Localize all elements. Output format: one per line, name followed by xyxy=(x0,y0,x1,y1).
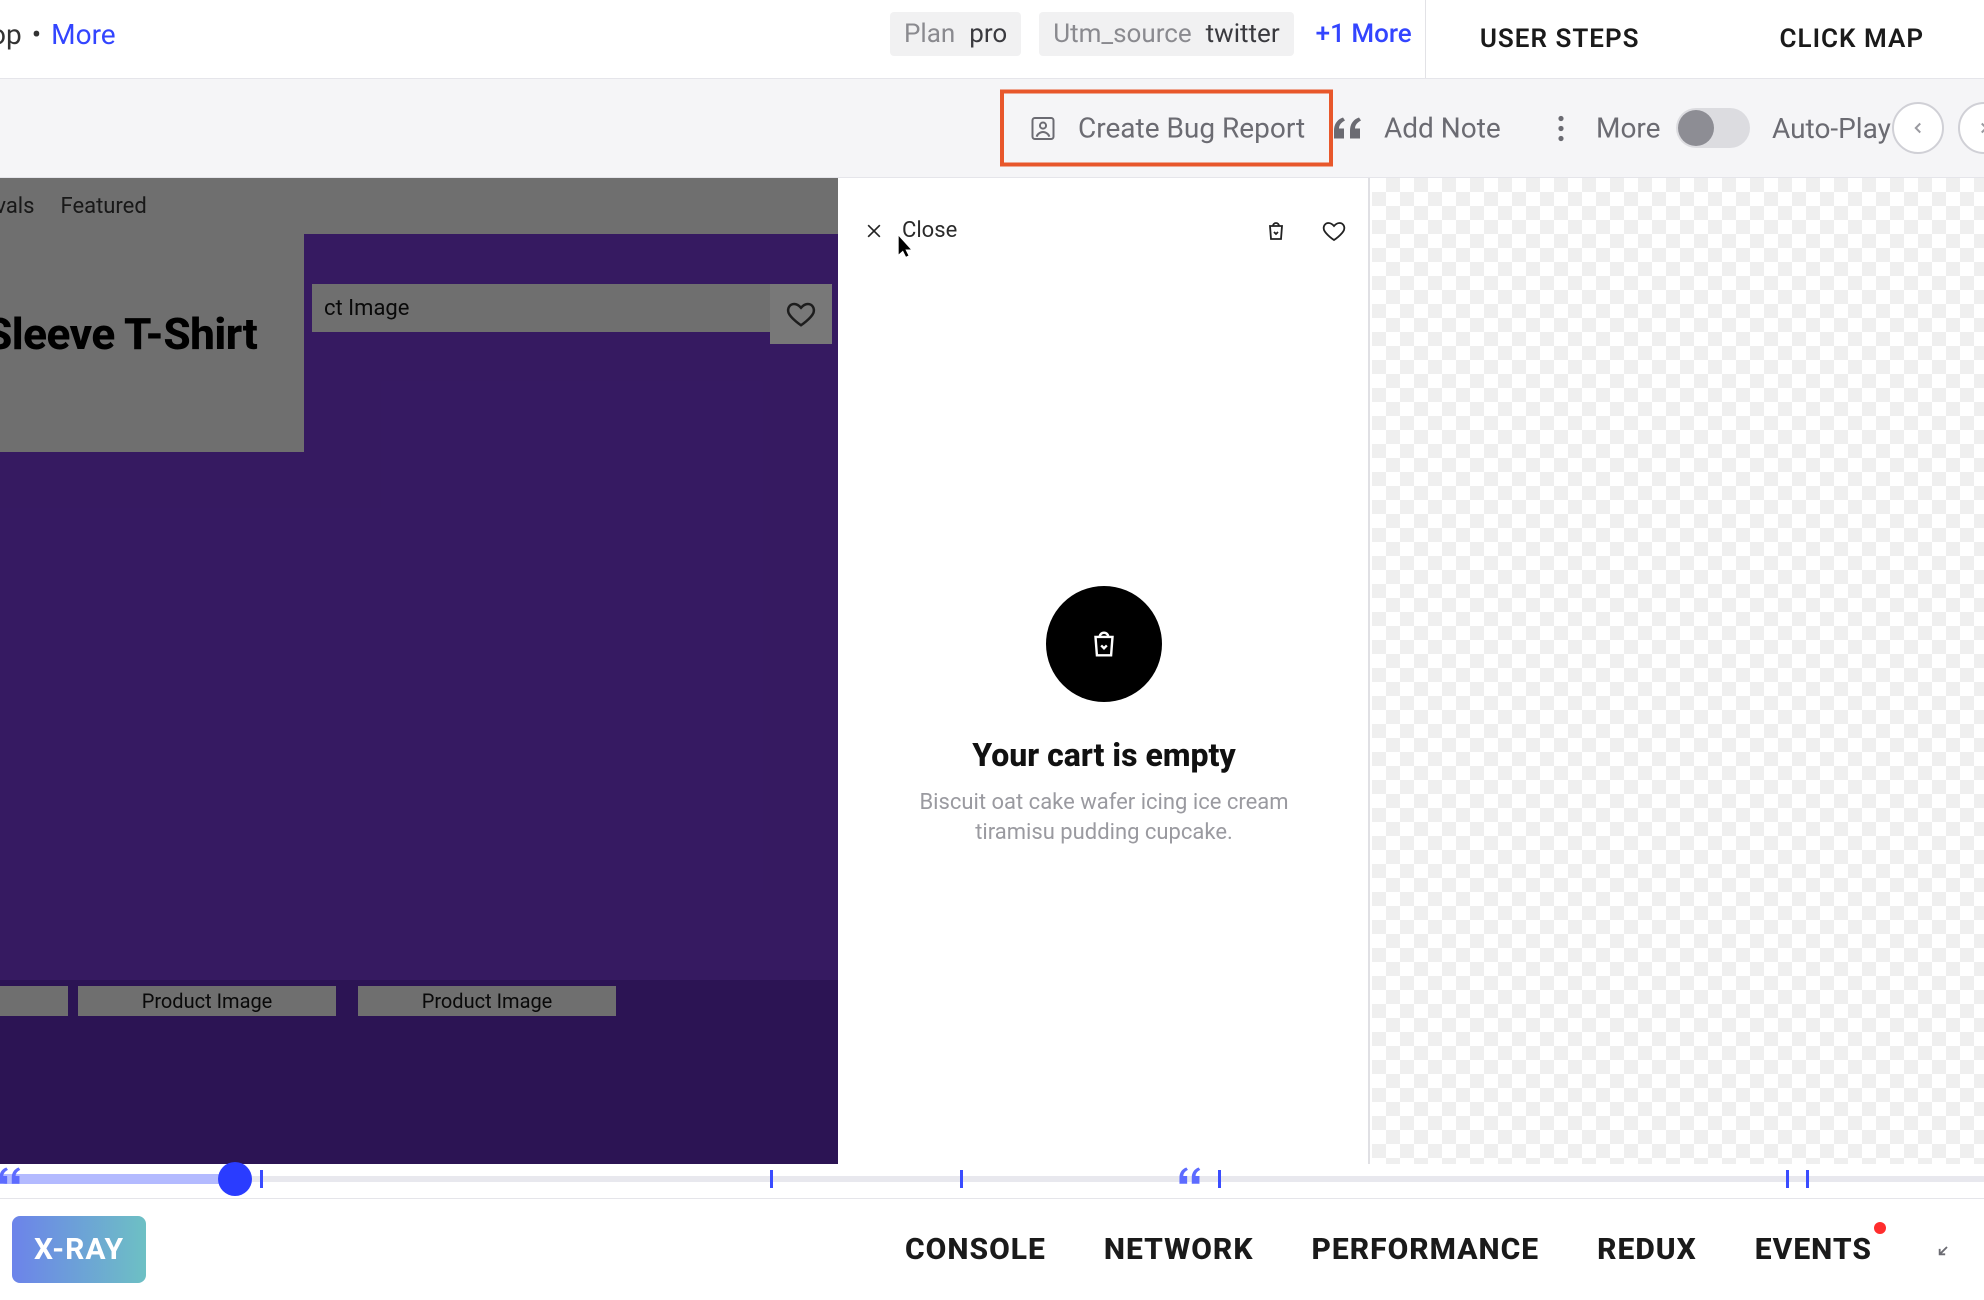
cart-drawer-header: Close xyxy=(862,218,1346,243)
cart-empty-title: Your cart is empty xyxy=(972,736,1235,774)
top-strip: op • More Plan pro Utm_source twitter +1… xyxy=(0,0,1984,78)
add-note-button[interactable]: Add Note xyxy=(1334,112,1501,145)
tag-key-plan: Plan xyxy=(904,19,955,49)
tab-featured[interactable]: Featured xyxy=(61,194,147,219)
quote-icon xyxy=(1334,113,1364,143)
tab-network[interactable]: NETWORK xyxy=(1104,1232,1254,1267)
xray-button[interactable]: X-RAY xyxy=(12,1216,146,1283)
cart-empty-state: Your cart is empty Biscuit oat cake wafe… xyxy=(838,586,1370,847)
product-thumb-1[interactable]: Product Image xyxy=(68,980,346,1164)
tab-user-steps[interactable]: USER STEPS xyxy=(1426,0,1720,78)
tags-more-link[interactable]: +1 More xyxy=(1316,19,1412,49)
recorded-page-tabs: ivals Featured xyxy=(0,178,838,234)
add-note-label: Add Note xyxy=(1384,112,1501,145)
timeline-event-2[interactable] xyxy=(770,1170,773,1188)
tag-value-plan: pro xyxy=(969,19,1007,49)
tab-new-arrivals[interactable]: ivals xyxy=(0,194,35,219)
breadcrumb-more[interactable]: More xyxy=(51,18,116,51)
tag-plan[interactable]: Plan pro xyxy=(890,12,1021,56)
cursor-icon xyxy=(898,236,914,258)
devtools-dock: X-RAY CONSOLE NETWORK PERFORMANCE REDUX … xyxy=(0,1198,1984,1300)
nav-arrows xyxy=(1892,102,1984,154)
cart-drawer: Close Your cart is empty Biscuit oat cak… xyxy=(838,178,1370,1164)
create-bug-report-button[interactable]: Create Bug Report xyxy=(1000,90,1333,167)
close-icon xyxy=(862,219,886,243)
autoplay-toggle[interactable]: Auto-Play xyxy=(1676,108,1891,148)
expand-icon[interactable] xyxy=(1936,1236,1958,1263)
viewport-outside-area xyxy=(1372,178,1984,1164)
toolbar: Create Bug Report Add Note More Auto-Pla… xyxy=(0,78,1984,178)
tab-click-map[interactable]: CLICK MAP xyxy=(1720,0,1984,78)
recorded-page-left: ivals Featured t Sleeve T-Shirt ct Image… xyxy=(0,178,838,1164)
timeline-progress xyxy=(0,1174,234,1184)
more-vert-icon xyxy=(1546,113,1576,143)
wishlist-button[interactable] xyxy=(770,284,832,344)
tab-performance[interactable]: PERFORMANCE xyxy=(1311,1232,1539,1267)
session-replay-viewport: ivals Featured t Sleeve T-Shirt ct Image… xyxy=(0,178,1984,1164)
timeline-track[interactable] xyxy=(0,1176,1984,1182)
timeline-event-5[interactable] xyxy=(1786,1170,1789,1188)
cart-header-icons xyxy=(1264,219,1346,243)
timeline-event-3[interactable] xyxy=(960,1170,963,1188)
toggle-switch[interactable] xyxy=(1676,108,1750,148)
events-notification-dot xyxy=(1874,1222,1886,1234)
devtools-tabs: CONSOLE NETWORK PERFORMANCE REDUX EVENTS xyxy=(905,1232,1984,1267)
bag-icon[interactable] xyxy=(1264,219,1288,243)
timeline-note-marker-1[interactable] xyxy=(0,1166,24,1186)
tag-utm-source[interactable]: Utm_source twitter xyxy=(1039,12,1293,56)
cart-empty-desc: Biscuit oat cake wafer icing ice cream t… xyxy=(894,788,1314,847)
timeline-event-1[interactable] xyxy=(260,1170,263,1188)
more-label: More xyxy=(1596,112,1661,145)
timeline-note-marker-2[interactable] xyxy=(1178,1166,1204,1186)
breadcrumb-op[interactable]: op xyxy=(0,18,22,51)
next-session-button[interactable] xyxy=(1958,102,1984,154)
prev-session-button[interactable] xyxy=(1892,102,1944,154)
autoplay-label: Auto-Play xyxy=(1772,112,1891,145)
timeline-handle[interactable] xyxy=(218,1162,252,1196)
tag-key-utm: Utm_source xyxy=(1053,19,1191,49)
timeline-event-4[interactable] xyxy=(1218,1170,1221,1188)
tab-events-label: EVENTS xyxy=(1755,1232,1872,1267)
create-bug-report-label: Create Bug Report xyxy=(1078,112,1305,145)
tab-console[interactable]: CONSOLE xyxy=(905,1232,1046,1267)
product-image-label: ct Image xyxy=(312,284,772,332)
hero-title: t Sleeve T-Shirt xyxy=(0,308,257,360)
heart-icon[interactable] xyxy=(1322,219,1346,243)
tab-events[interactable]: EVENTS xyxy=(1755,1232,1872,1267)
right-tabs: USER STEPS CLICK MAP xyxy=(1425,0,1984,78)
toggle-knob xyxy=(1678,110,1714,146)
person-box-icon xyxy=(1028,113,1058,143)
tag-value-utm: twitter xyxy=(1206,19,1280,49)
cart-empty-badge xyxy=(1046,586,1162,702)
thumb-label-2: Product Image xyxy=(358,986,616,1016)
timeline-event-6[interactable] xyxy=(1806,1170,1809,1188)
more-button[interactable]: More xyxy=(1546,112,1661,145)
breadcrumbs: op • More xyxy=(0,18,116,51)
tab-redux[interactable]: REDUX xyxy=(1597,1232,1697,1267)
cart-divider xyxy=(1368,178,1370,1164)
timeline[interactable] xyxy=(0,1164,1984,1192)
session-tags: Plan pro Utm_source twitter +1 More xyxy=(890,12,1412,56)
thumb-label-1: Product Image xyxy=(78,986,336,1016)
breadcrumb-sep: • xyxy=(32,18,41,51)
product-thumb-2[interactable]: Product Image xyxy=(348,980,626,1164)
